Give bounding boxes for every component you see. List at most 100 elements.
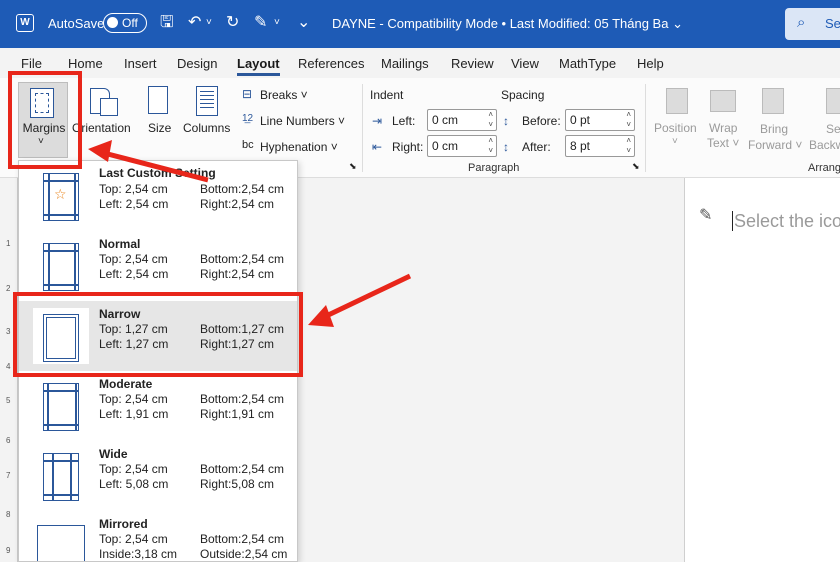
columns-icon (196, 86, 218, 116)
arrow-to-narrow (320, 273, 412, 321)
breaks-button[interactable]: Breaks ˅ (260, 88, 308, 102)
ruler-number: 9 (6, 546, 11, 555)
redo-icon[interactable]: ↻ (226, 13, 239, 33)
customize-tool-icon[interactable]: ✎ (254, 13, 267, 33)
bring-forward-button[interactable]: Bring (760, 122, 788, 136)
option-top: Top: 2,54 cm (99, 532, 168, 546)
ruler-number: 7 (6, 471, 11, 480)
star-icon: ☆ (54, 186, 67, 202)
option-bottom: Bottom:2,54 cm (200, 182, 285, 196)
ruler-number: 5 (6, 396, 11, 405)
bring-forward-label2: Forward ˅ (748, 138, 803, 152)
tab-mailings[interactable]: Mailings (381, 56, 429, 71)
tab-insert[interactable]: Insert (124, 56, 157, 71)
spacing-before-icon: ↕ (503, 114, 509, 128)
indent-right-input[interactable]: 0 cm ˄ ˅ (427, 135, 497, 157)
spin-arrows-icon[interactable]: ˄ ˅ (626, 136, 631, 156)
spin-arrows-icon[interactable]: ˄ ˅ (626, 110, 631, 130)
wrap-text-label2: Text ˅ (707, 136, 740, 150)
option-left: Left: 1,91 cm (99, 407, 169, 421)
paragraph-launcher-icon[interactable]: ⬊ (632, 161, 640, 172)
paragraph-group-label: Paragraph (468, 162, 520, 174)
option-name: Last Custom Setting (99, 166, 216, 180)
undo-icon[interactable]: ↶ (188, 13, 201, 33)
hyphenation-icon: bc (242, 139, 254, 151)
search-icon: ⌕ (797, 14, 806, 31)
menu-bar: File Home Insert Design Layout Reference… (0, 48, 840, 78)
annotation-box-narrow (13, 292, 303, 377)
page-thumbnail-icon (37, 525, 85, 561)
ruler-number: 1 (6, 239, 11, 248)
wrap-text-icon (710, 90, 736, 112)
spin-arrows-icon[interactable]: ˄ ˅ (488, 110, 493, 130)
option-name: Mirrored (99, 517, 148, 531)
ruler-number: 2 (6, 284, 11, 293)
line-numbers-button[interactable]: Line Numbers ˅ (260, 114, 345, 128)
page-thumbnail-icon (43, 453, 79, 501)
margin-option-moderate[interactable]: Moderate Top: 2,54 cm Left: 1,91 cm Bott… (19, 371, 297, 441)
tab-file[interactable]: File (21, 56, 42, 71)
before-label: Before: (522, 114, 561, 128)
search-label: Se (825, 16, 840, 31)
tab-design[interactable]: Design (177, 56, 217, 71)
option-top: Top: 2,54 cm (99, 392, 168, 406)
indent-left-input[interactable]: 0 cm ˄ ˅ (427, 109, 497, 131)
search-box[interactable]: ⌕ Se (785, 8, 840, 40)
indent-left-label: Left: (392, 114, 416, 128)
option-right: Right:5,08 cm (200, 477, 275, 491)
indent-left-icon: ⇥ (372, 114, 383, 128)
position-button[interactable]: Position (654, 121, 697, 135)
document-page[interactable] (685, 178, 840, 562)
ruler-number: 3 (6, 327, 11, 336)
page-thumbnail-icon (43, 383, 79, 431)
tab-review[interactable]: Review (451, 56, 494, 71)
orientation-icon-back (100, 98, 118, 116)
arrange-group-label: Arrang (808, 162, 840, 174)
option-bottom: Bottom:2,54 cm (200, 462, 285, 476)
spacing-after-input[interactable]: 8 pt ˄ ˅ (565, 135, 635, 157)
spacing-after-icon: ↕ (503, 140, 509, 154)
option-left: Left: 5,08 cm (99, 477, 169, 491)
designer-icon[interactable]: ✎ (699, 205, 712, 225)
option-bottom: Bottom:2,54 cm (200, 532, 285, 546)
tool-dropdown-icon[interactable]: ˅ (274, 13, 280, 33)
document-title[interactable]: DAYNE - Compatibility Mode • Last Modifi… (332, 16, 683, 32)
spacing-before-value: 0 pt (570, 113, 591, 127)
page-setup-launcher-icon[interactable]: ⬊ (349, 161, 357, 172)
tab-references[interactable]: References (298, 56, 364, 71)
margin-option-wide[interactable]: Wide Top: 2,54 cm Left: 5,08 cm Bottom:2… (19, 441, 297, 511)
autosave-toggle[interactable]: Off (103, 13, 147, 33)
tab-view[interactable]: View (511, 56, 539, 71)
option-right: Right:1,91 cm (200, 407, 275, 421)
option-right: Right:2,54 cm (200, 197, 275, 211)
save-icon[interactable]: 🖫 (160, 13, 174, 33)
tab-mathtype[interactable]: MathType (559, 56, 616, 71)
autosave-label: AutoSave (48, 16, 105, 31)
option-top: Top: 2,54 cm (99, 182, 168, 196)
tab-help[interactable]: Help (637, 56, 664, 71)
send-backward-button[interactable]: Se (826, 122, 840, 136)
send-backward-label2: Backw (809, 138, 840, 152)
more-tools-icon[interactable]: ⌄ (297, 13, 310, 33)
option-outside: Outside:2,54 cm (200, 547, 288, 561)
position-icon (666, 88, 688, 114)
tab-home[interactable]: Home (68, 56, 103, 71)
option-left: Left: 2,54 cm (99, 197, 169, 211)
margin-option-last-custom[interactable]: ☆ Last Custom Setting Top: 2,54 cm Left:… (19, 161, 297, 231)
wrap-text-button[interactable]: Wrap (709, 121, 737, 135)
tab-layout[interactable]: Layout (237, 56, 280, 76)
word-logo-icon: W (16, 14, 34, 32)
ribbon-separator (362, 84, 363, 172)
hyphenation-button[interactable]: Hyphenation ˅ (260, 140, 338, 154)
document-placeholder-text[interactable]: Select the ico (734, 211, 840, 232)
undo-dropdown-icon[interactable]: ˅ (206, 13, 212, 33)
columns-button[interactable]: Columns (183, 121, 230, 135)
margin-option-normal[interactable]: Normal Top: 2,54 cm Left: 2,54 cm Bottom… (19, 231, 297, 301)
spin-arrows-icon[interactable]: ˄ ˅ (488, 136, 493, 156)
text-cursor (732, 211, 733, 231)
bring-forward-icon (762, 88, 784, 114)
size-icon (148, 86, 168, 114)
margin-option-mirrored[interactable]: Mirrored Top: 2,54 cm Inside:3,18 cm Bot… (19, 511, 297, 561)
spacing-before-input[interactable]: 0 pt ˄ ˅ (565, 109, 635, 131)
size-button[interactable]: Size (148, 121, 171, 135)
